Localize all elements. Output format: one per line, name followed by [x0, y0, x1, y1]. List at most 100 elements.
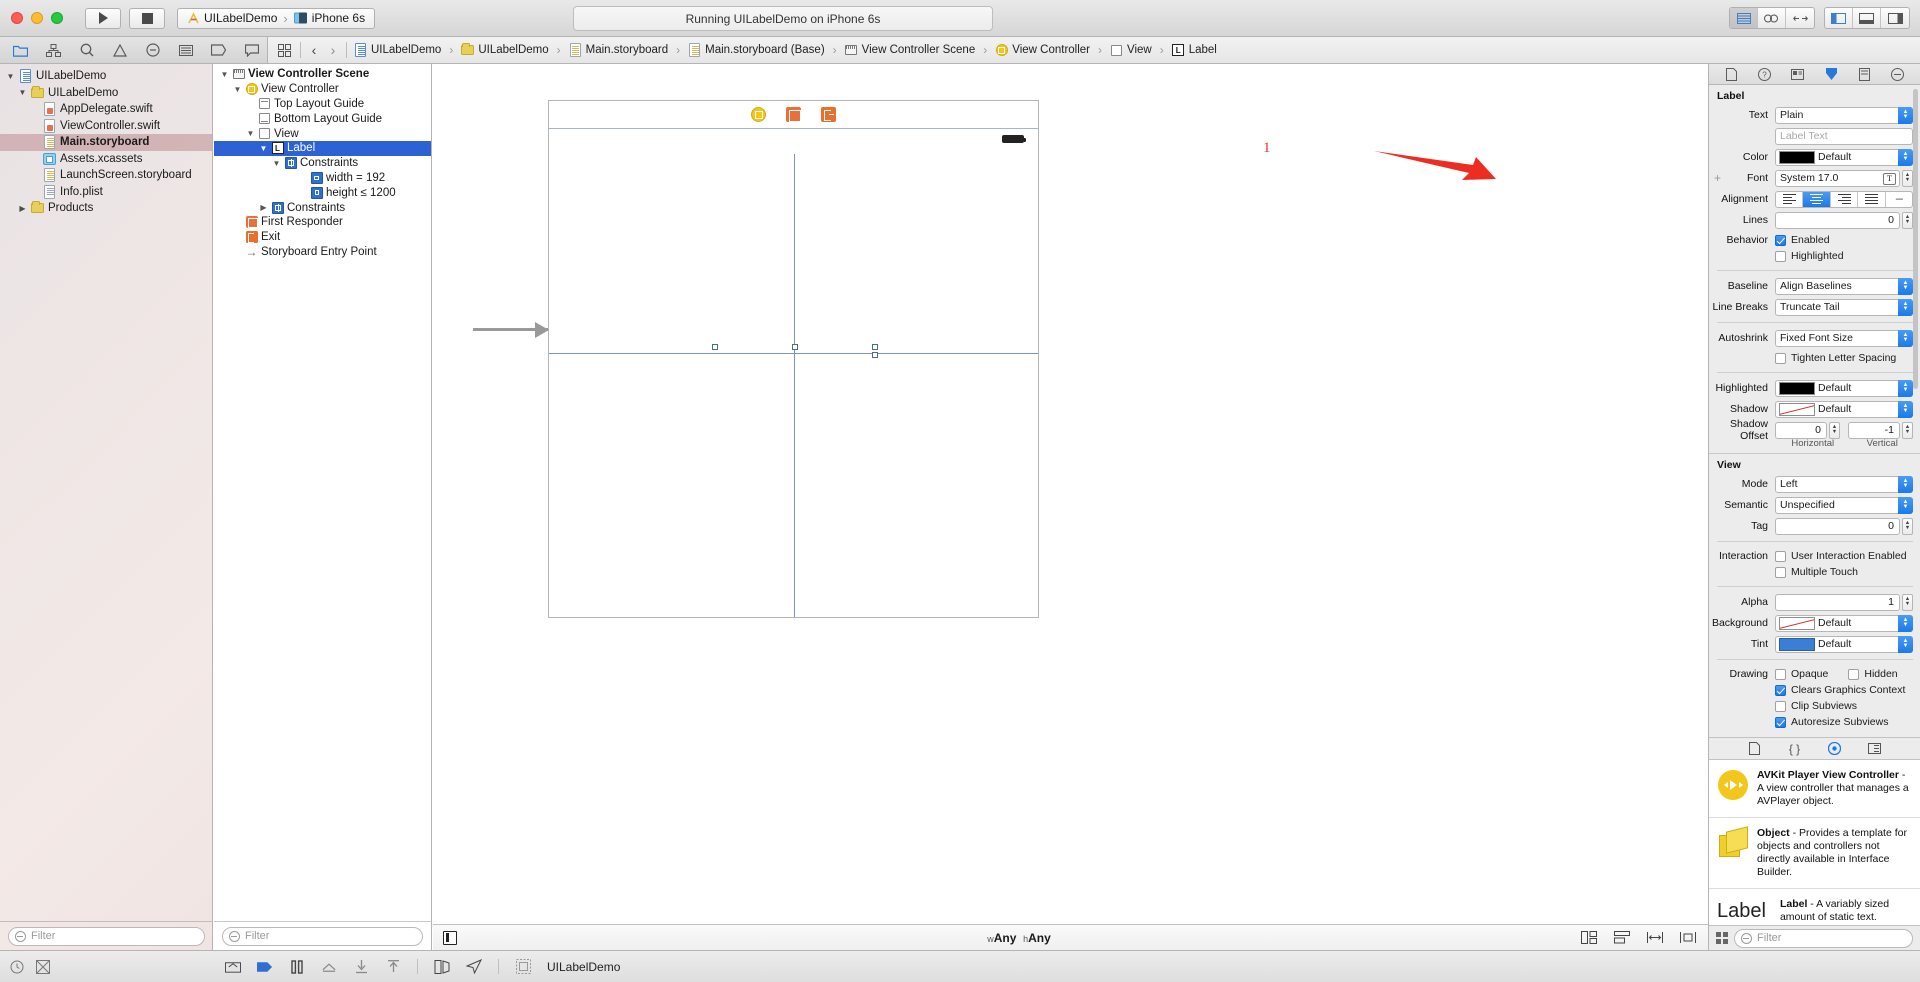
disclosure-triangle[interactable]: ▼	[220, 70, 229, 79]
tint-color-swatch[interactable]	[1779, 637, 1815, 651]
background-row[interactable]: Background Default ▲ ▼	[1709, 614, 1920, 632]
baseline-popup[interactable]: Align Baselines ▲ ▼	[1775, 277, 1913, 295]
alignment-row[interactable]: Alignment ---	[1709, 190, 1920, 208]
breadcrumb-item-folder[interactable]: UILabelDemo	[461, 43, 549, 58]
attributes-inspector-icon[interactable]	[1823, 67, 1840, 82]
add-font-variation-icon[interactable]: +	[1714, 171, 1721, 185]
library-item-avkit[interactable]: AVKit Player View Controller - A view co…	[1709, 760, 1920, 818]
shadow-color-row[interactable]: Shadow Default ▲ ▼	[1709, 400, 1920, 418]
hidden-checkbox[interactable]	[1848, 668, 1860, 680]
clears-graphics-checkbox[interactable]	[1775, 684, 1786, 696]
step-over-icon[interactable]	[321, 959, 337, 975]
alpha-row[interactable]: Alpha 1 ▲ ▼	[1709, 593, 1920, 611]
navigator-row-appdelegate[interactable]: AppDelegate.swift	[0, 101, 212, 118]
view-controller-icon[interactable]	[751, 107, 766, 122]
font-field[interactable]: System 17.0 T	[1775, 169, 1900, 187]
breadcrumb-item-view[interactable]: View	[1110, 43, 1152, 58]
behavior-highlighted-row[interactable]: Highlighted	[1709, 248, 1920, 264]
breakpoint-toggle-icon[interactable]	[35, 959, 51, 975]
search-navigator-icon[interactable]	[78, 43, 95, 58]
shadow-offset-row[interactable]: Shadow Offset 0 ▲ ▼ -1 ▲ ▼	[1709, 418, 1920, 442]
align-justified-button[interactable]	[1858, 191, 1886, 207]
disclosure-triangle[interactable]: ▶	[259, 203, 268, 212]
maximize-window-button[interactable]	[51, 12, 63, 24]
step-into-icon[interactable]	[353, 959, 369, 975]
clears-graphics-row[interactable]: Clears Graphics Context	[1709, 682, 1920, 698]
disclosure-triangle[interactable]: ▼	[6, 72, 15, 81]
pin-icon[interactable]	[1647, 931, 1663, 945]
tighten-letter-spacing-row[interactable]: Tighten Letter Spacing	[1709, 350, 1920, 366]
library-item-object[interactable]: Object - Provides a template for objects…	[1709, 818, 1920, 889]
inspector-scrollbar[interactable]	[1913, 89, 1918, 389]
disclosure-triangle[interactable]: ▼	[272, 159, 281, 168]
resize-handle-top[interactable]	[792, 344, 798, 350]
outline-row-first-responder[interactable]: First Responder	[214, 215, 431, 230]
step-out-icon[interactable]	[385, 959, 401, 975]
baseline-row[interactable]: Baseline Align Baselines ▲ ▼	[1709, 277, 1920, 295]
size-class-indicator[interactable]: wAny hAny	[457, 931, 1581, 945]
document-outline-toggle-icon[interactable]	[443, 930, 457, 945]
navigator-row-project[interactable]: ▼ UILabelDemo	[0, 68, 212, 85]
resize-handle-right[interactable]	[872, 344, 878, 350]
clock-icon[interactable]	[9, 959, 25, 975]
connections-inspector-icon[interactable]	[1889, 67, 1906, 82]
alpha-field[interactable]: 1	[1775, 593, 1900, 611]
update-frames-icon[interactable]	[1581, 931, 1597, 945]
code-snippet-library-icon[interactable]: { }	[1787, 742, 1803, 756]
breadcrumb-item-project[interactable]: UILabelDemo	[354, 43, 441, 58]
outline-row-view[interactable]: ▼ View	[214, 126, 431, 141]
navigator-row-main-storyboard[interactable]: Main.storyboard	[0, 134, 212, 151]
enabled-checkbox[interactable]	[1775, 234, 1786, 246]
project-navigator-icon[interactable]	[12, 43, 29, 58]
first-responder-icon[interactable]	[786, 107, 801, 122]
related-items-icon[interactable]	[276, 43, 293, 58]
align-right-button[interactable]	[1831, 191, 1859, 207]
tag-field[interactable]: 0	[1775, 517, 1900, 535]
text-style-row[interactable]: Text Plain ▲ ▼	[1709, 106, 1920, 124]
navigator-row-infoplist[interactable]: Info.plist	[0, 184, 212, 201]
navigate-back-button[interactable]: ‹	[308, 42, 320, 58]
tint-color-popup[interactable]: Default ▲ ▼	[1775, 635, 1913, 653]
highlighted-checkbox[interactable]	[1775, 250, 1786, 262]
lines-field[interactable]: 0	[1775, 211, 1900, 229]
shadow-offset-vertical-field[interactable]: -1	[1848, 421, 1900, 439]
standard-editor-button[interactable]	[1730, 8, 1758, 28]
outline-row-view-constraints[interactable]: ▶ Constraints	[214, 200, 431, 215]
minimize-window-button[interactable]	[31, 12, 43, 24]
label-text-row[interactable]: Label Text	[1709, 127, 1920, 145]
lines-row[interactable]: Lines 0 ▲ ▼	[1709, 211, 1920, 229]
font-picker-icon[interactable]: T	[1883, 172, 1896, 185]
grid-view-icon[interactable]	[1716, 932, 1728, 944]
breadcrumb-item-viewcontroller[interactable]: View Controller	[995, 43, 1090, 58]
label-text-field[interactable]: Label Text	[1775, 127, 1913, 145]
color-swatch[interactable]	[1779, 150, 1815, 164]
highlighted-color-swatch[interactable]	[1779, 381, 1815, 395]
mode-row[interactable]: Mode Left ▲ ▼	[1709, 475, 1920, 493]
document-outline[interactable]: ▼ View Controller Scene ▼ View Controlle…	[214, 64, 432, 950]
shadow-color-popup[interactable]: Default ▲ ▼	[1775, 400, 1913, 418]
lines-stepper[interactable]: ▲ ▼	[1902, 211, 1913, 229]
shadow-color-swatch[interactable]	[1779, 402, 1815, 416]
color-popup[interactable]: Default ▲ ▼	[1775, 148, 1913, 166]
line-breaks-popup[interactable]: Truncate Tail ▲ ▼	[1775, 298, 1913, 316]
test-navigator-icon[interactable]	[144, 43, 161, 58]
align-natural-button[interactable]: ---	[1886, 192, 1912, 207]
color-row[interactable]: Color Default ▲ ▼	[1709, 148, 1920, 166]
utilities-inspector[interactable]: ? Label Text Plain ▲ ▼ Label Text Color …	[1708, 64, 1920, 950]
disclosure-triangle[interactable]: ▼	[259, 144, 268, 153]
library-tab-bar[interactable]: { }	[1709, 737, 1920, 760]
stop-button[interactable]	[129, 7, 165, 29]
mode-popup[interactable]: Left ▲ ▼	[1775, 475, 1913, 493]
view-controller-scene[interactable]	[548, 100, 1039, 618]
report-navigator-icon[interactable]	[243, 43, 260, 58]
shadow-offset-v-stepper[interactable]: ▲ ▼	[1902, 421, 1913, 439]
scene-dock[interactable]	[548, 100, 1039, 129]
size-inspector-icon[interactable]	[1856, 67, 1873, 82]
shadow-offset-horizontal-field[interactable]: 0	[1775, 421, 1827, 439]
breadcrumb-item-storyboard-base[interactable]: Main.storyboard (Base)	[688, 43, 825, 58]
outline-row-bottom-layout-guide[interactable]: Bottom Layout Guide	[214, 111, 431, 126]
inspector-content[interactable]: Label Text Plain ▲ ▼ Label Text Color Def…	[1709, 85, 1920, 950]
alignment-segmented-control[interactable]: ---	[1775, 190, 1913, 208]
semantic-row[interactable]: Semantic Unspecified ▲ ▼	[1709, 496, 1920, 514]
shadow-offset-h-stepper[interactable]: ▲ ▼	[1829, 421, 1840, 439]
